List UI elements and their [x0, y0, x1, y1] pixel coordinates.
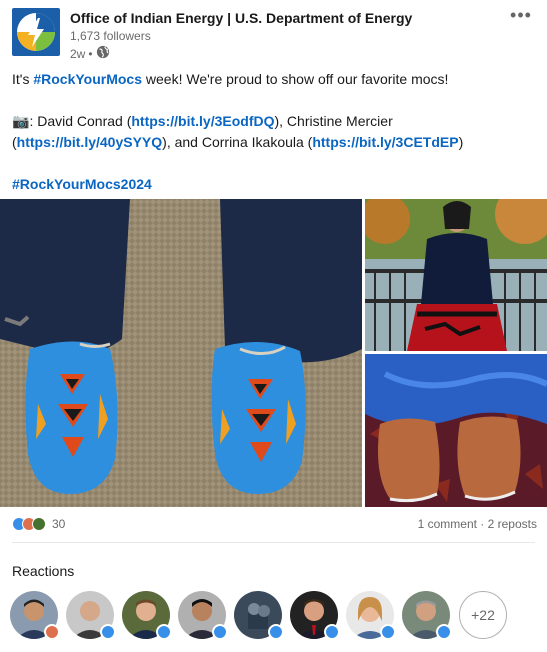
- like-reaction-icon: [436, 624, 452, 640]
- post-line-credits: 📷: David Conrad (https://bit.ly/3EodfDQ)…: [12, 111, 537, 132]
- divider: [12, 542, 535, 543]
- avatar[interactable]: [10, 591, 60, 640]
- ellipsis-icon: •••: [510, 5, 532, 25]
- photo-ribbon-skirt[interactable]: [365, 199, 547, 351]
- photo-beaded-moccasins[interactable]: [0, 199, 362, 507]
- like-reaction-icon: [380, 624, 396, 640]
- avatar[interactable]: [66, 591, 116, 640]
- photo-suede-moccasins[interactable]: [365, 354, 547, 507]
- like-reaction-icon: [100, 624, 116, 640]
- post-line-1: It's #RockYourMocs week! We're proud to …: [12, 69, 537, 90]
- follower-count: 1,673 followers: [70, 29, 151, 43]
- more-options-button[interactable]: •••: [509, 6, 533, 30]
- text-fragment: week! We're proud to show off our favori…: [142, 71, 449, 87]
- post-body: It's #RockYourMocs week! We're proud to …: [12, 69, 537, 195]
- hashtag-rockyourmocs[interactable]: #RockYourMocs: [33, 71, 142, 87]
- globe-icon: [96, 45, 110, 62]
- avatar[interactable]: [346, 591, 396, 640]
- avatar[interactable]: [290, 591, 340, 640]
- like-reaction-icon: [212, 624, 228, 640]
- post-time: 2w: [70, 46, 86, 61]
- more-reactors-button[interactable]: +22: [459, 591, 507, 639]
- social-counts: 30 1 comment · 2 reposts: [12, 515, 537, 535]
- post-line-hashtag: #RockYourMocs2024: [12, 174, 537, 195]
- love-reaction-icon: [44, 624, 60, 640]
- post-header: Office of Indian Energy | U.S. Departmen…: [12, 6, 537, 62]
- text-fragment: It's: [12, 71, 34, 87]
- like-reaction-icon: [156, 624, 172, 640]
- author-name[interactable]: Office of Indian Energy | U.S. Departmen…: [70, 10, 412, 26]
- org-logo[interactable]: [12, 8, 60, 56]
- link-credit-2[interactable]: https://bit.ly/40ySYYQ: [17, 134, 162, 150]
- text-fragment: ), Christine Mercier: [274, 113, 393, 129]
- celebrate-reaction-icon: [32, 517, 46, 531]
- reactions-title: Reactions: [12, 563, 75, 579]
- link-credit-1[interactable]: https://bit.ly/3EodfDQ: [131, 113, 274, 129]
- avatar[interactable]: [122, 591, 172, 640]
- reaction-count[interactable]: 30: [52, 517, 65, 531]
- link-credit-3[interactable]: https://bit.ly/3CETdEP: [312, 134, 458, 150]
- text-fragment: : David Conrad (: [29, 113, 132, 129]
- reaction-icons[interactable]: [12, 517, 46, 531]
- post-meta: 2w •: [70, 45, 110, 62]
- avatar[interactable]: [234, 591, 284, 640]
- meta-separator: •: [88, 46, 93, 61]
- text-fragment: ): [458, 134, 464, 150]
- like-reaction-icon: [324, 624, 340, 640]
- camera-emoji-icon: 📷: [12, 113, 30, 129]
- avatar[interactable]: [178, 591, 228, 640]
- avatar[interactable]: [402, 591, 452, 640]
- like-reaction-icon: [268, 624, 284, 640]
- post-line-credits-2: (https://bit.ly/40ySYYQ), and Corrina Ik…: [12, 132, 537, 153]
- photo-grid: [0, 199, 547, 507]
- hashtag-rockyourmocs2024[interactable]: #RockYourMocs2024: [12, 176, 152, 192]
- comments-reposts-count[interactable]: 1 comment · 2 reposts: [418, 517, 537, 531]
- text-fragment: ), and Corrina Ikakoula (: [162, 134, 313, 150]
